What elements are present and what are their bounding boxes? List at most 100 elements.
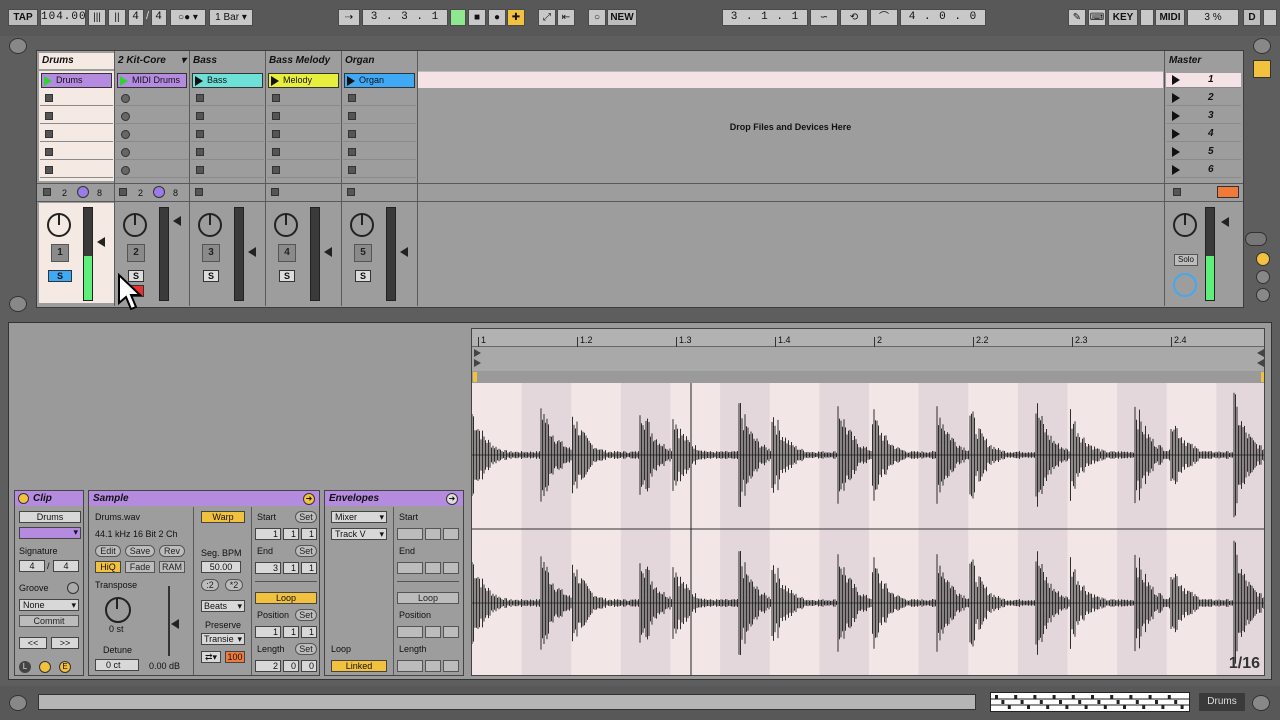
slot-stop-icon[interactable] <box>196 148 204 156</box>
envelope-box-icon[interactable]: E <box>59 661 71 673</box>
linked-toggle[interactable]: Linked <box>331 660 387 672</box>
signature-denominator[interactable]: 4 <box>151 9 167 26</box>
slot-stop-icon[interactable] <box>45 94 53 102</box>
solo-button[interactable]: S <box>279 270 295 282</box>
clip-play-icon[interactable] <box>44 76 52 86</box>
slot-stop-icon[interactable] <box>272 112 280 120</box>
mixer-toggle-icon[interactable] <box>1256 252 1270 266</box>
scene-play-icon[interactable] <box>1172 75 1180 85</box>
preserve-select[interactable]: Transie ▾ <box>201 633 245 645</box>
solo-button[interactable]: S <box>355 270 371 282</box>
end-marker-icon[interactable] <box>1257 349 1264 357</box>
track-header-master[interactable]: Master <box>1166 53 1241 69</box>
arrangement-view-icon[interactable] <box>1253 38 1271 54</box>
key-map-button[interactable]: KEY <box>1108 9 1138 26</box>
track-header-bass-melody[interactable]: Bass Melody <box>266 53 341 69</box>
clip-play-icon[interactable] <box>271 76 279 86</box>
start-sixteenth[interactable]: 1 <box>301 528 317 540</box>
new-button[interactable]: NEW <box>607 9 637 26</box>
track-header-kit-core[interactable]: 2 Kit-Core ▾ <box>115 53 189 69</box>
back-to-arrangement-icon[interactable]: ⇤ <box>557 9 575 26</box>
start-marker-icon[interactable] <box>474 349 481 357</box>
loop-brace[interactable] <box>472 371 1264 383</box>
clip-slot[interactable] <box>40 109 113 124</box>
envelope-device-select[interactable]: Mixer ▾ <box>331 511 387 523</box>
volume-pointer-icon[interactable] <box>173 216 181 226</box>
position-bar[interactable]: 1 <box>255 626 281 638</box>
waveform-display[interactable] <box>472 383 1265 676</box>
detune-field[interactable]: 0 ct <box>95 659 139 671</box>
marker-lane[interactable] <box>472 347 1264 371</box>
session-view-icon[interactable] <box>1253 60 1271 78</box>
track-volume-knob[interactable] <box>274 213 298 237</box>
clip-slot[interactable] <box>267 109 340 124</box>
stop-all-button[interactable] <box>1217 186 1239 198</box>
volume-pointer-icon[interactable] <box>248 247 256 257</box>
save-button[interactable]: Save <box>125 545 155 557</box>
scene-launch-button[interactable]: 5 <box>1166 145 1241 160</box>
track-volume-knob[interactable] <box>198 213 222 237</box>
slot-stop-icon[interactable] <box>348 148 356 156</box>
scene-play-icon[interactable] <box>1172 129 1180 139</box>
stop-clip-icon[interactable] <box>347 188 355 196</box>
track-activator-button[interactable]: 3 <box>202 244 220 262</box>
loop-brace-start[interactable] <box>473 372 477 382</box>
clip-slot[interactable] <box>267 163 340 178</box>
stop-clip-icon[interactable] <box>119 188 127 196</box>
metronome-icon[interactable]: ○● ▾ <box>170 9 206 26</box>
solo-button[interactable]: S <box>48 270 72 282</box>
track-activator-button[interactable]: 4 <box>278 244 296 262</box>
clip-slot[interactable] <box>343 91 416 106</box>
scene-play-icon[interactable] <box>1172 147 1180 157</box>
clip-slot[interactable] <box>343 109 416 124</box>
midi-map-button[interactable]: MIDI <box>1155 9 1185 26</box>
set-end-button[interactable]: Set <box>295 545 317 557</box>
clip-slot[interactable] <box>191 145 264 160</box>
sends-toggle-icon[interactable] <box>1245 232 1267 246</box>
track-volume-knob[interactable] <box>47 213 71 237</box>
clip-midi-drums[interactable]: MIDI Drums <box>117 73 187 88</box>
slot-stop-icon[interactable] <box>45 112 53 120</box>
clip-slot[interactable] <box>343 127 416 142</box>
tap-tempo-button[interactable]: TAP <box>8 9 38 26</box>
track-volume-knob[interactable] <box>350 213 374 237</box>
double-tempo-button[interactable]: *2 <box>225 579 243 591</box>
envelope-value[interactable]: 100 <box>225 651 245 663</box>
loop-start-field[interactable]: 3 . 1 . 1 <box>722 9 808 26</box>
clip-slot[interactable] <box>116 145 189 160</box>
track-header-bass[interactable]: Bass <box>190 53 265 69</box>
scene-launch-button[interactable]: 4 <box>1166 127 1241 142</box>
warp-toggle[interactable]: Warp <box>201 511 245 523</box>
slot-stop-icon[interactable] <box>272 148 280 156</box>
tempo-nudge-up-icon[interactable]: || <box>108 9 126 26</box>
edit-button[interactable]: Edit <box>95 545 121 557</box>
slot-record-icon[interactable] <box>121 112 130 121</box>
clip-slot[interactable] <box>40 127 113 142</box>
clip-slot[interactable] <box>343 145 416 160</box>
scene-launch-button[interactable]: 3 <box>1166 109 1241 124</box>
slot-stop-icon[interactable] <box>196 112 204 120</box>
launch-icon[interactable]: L <box>19 661 31 673</box>
clip-drums[interactable]: Drums <box>41 73 112 88</box>
clip-slot[interactable] <box>40 145 113 160</box>
set-position-button[interactable]: Set <box>295 609 317 621</box>
loop-switch-icon[interactable]: ⟲ <box>840 9 868 26</box>
set-length-button[interactable]: Set <box>295 643 317 655</box>
track-activator-button[interactable]: 5 <box>354 244 372 262</box>
session-record-icon[interactable]: ○ <box>588 9 606 26</box>
quantize-menu[interactable]: 1 Bar ▾ <box>209 9 253 26</box>
browser-toggle-icon[interactable] <box>9 38 27 54</box>
cue-volume-knob[interactable] <box>1173 273 1197 297</box>
clip-slot[interactable] <box>343 163 416 178</box>
punch-in-icon[interactable]: ∽ <box>810 9 838 26</box>
clip-activator-icon[interactable] <box>18 493 29 504</box>
clip-sig-numerator[interactable]: 4 <box>19 560 45 572</box>
clip-slot[interactable] <box>191 127 264 142</box>
slot-stop-icon[interactable] <box>45 130 53 138</box>
clip-slot[interactable] <box>40 163 113 178</box>
position-sixteenth[interactable]: 1 <box>301 626 317 638</box>
volume-pointer-icon[interactable] <box>1221 217 1229 227</box>
stop-all-icon[interactable] <box>43 188 51 196</box>
scene-play-icon[interactable] <box>1172 165 1180 175</box>
slot-stop-icon[interactable] <box>348 130 356 138</box>
